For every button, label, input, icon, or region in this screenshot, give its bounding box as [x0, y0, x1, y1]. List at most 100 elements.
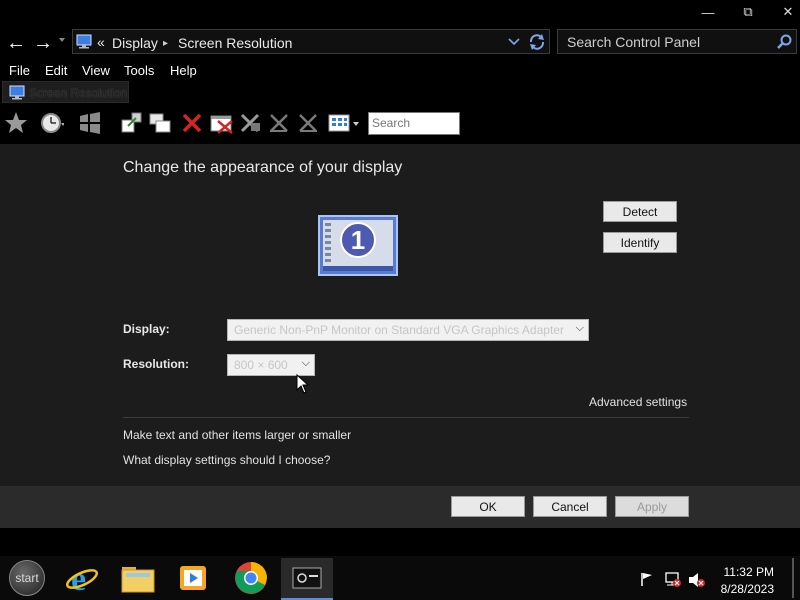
chrome-icon: [235, 562, 267, 594]
desktop-icons-column: [325, 223, 331, 263]
forward-button[interactable]: →: [32, 32, 54, 54]
restore-windows-button[interactable]: [120, 111, 144, 135]
resolution-label: Resolution:: [123, 357, 189, 371]
windows-flag-icon: [80, 112, 100, 134]
start-orb-icon: start: [9, 560, 45, 596]
disconnect-icon: [240, 113, 260, 133]
expand-window-icon: [121, 112, 142, 133]
red-x-icon: [182, 113, 202, 133]
display-select[interactable]: Generic Non-PnP Monitor on Standard VGA …: [227, 319, 589, 341]
identify-button[interactable]: Identify: [603, 232, 677, 253]
star-icon: [5, 112, 27, 133]
chevron-down-icon: ⌵: [301, 357, 310, 369]
merge-left-button[interactable]: [267, 111, 291, 135]
history-button[interactable]: [40, 111, 64, 135]
tab-label: Screen Resolution: [29, 86, 128, 100]
start-label: start: [15, 571, 39, 585]
monitor-icon: [76, 34, 92, 49]
close-window-button[interactable]: [209, 111, 233, 135]
recent-pages-dropdown-icon[interactable]: [59, 38, 65, 42]
chevron-down-icon: ⌵: [575, 322, 584, 334]
search-control-panel-box[interactable]: Search Control Panel: [557, 29, 797, 54]
tab-screen-resolution[interactable]: Screen Resolution: [2, 81, 129, 103]
search-icon[interactable]: [777, 34, 792, 49]
video-player-icon: [180, 566, 206, 590]
menu-bar: [0, 60, 800, 80]
monitor-icon: [9, 85, 25, 100]
breadcrumb-overflow[interactable]: «: [97, 34, 105, 50]
show-desktop-button[interactable]: [792, 558, 794, 598]
cancel-label: Cancel: [551, 499, 589, 514]
display-label: Display:: [123, 322, 170, 336]
minimize-icon: —: [701, 4, 715, 20]
volume-muted-icon[interactable]: [688, 572, 706, 588]
monitor-taskbar: [323, 266, 393, 271]
close-button[interactable]: ✕: [766, 0, 800, 24]
back-button[interactable]: ←: [5, 32, 27, 54]
clock-time[interactable]: 11:32 PM: [712, 565, 774, 579]
arrows-right-icon: [299, 114, 317, 132]
cancel-button[interactable]: Cancel: [533, 496, 607, 517]
window-delete-icon: [210, 115, 233, 134]
menu-tools[interactable]: Tools: [124, 63, 154, 78]
main-panel: [0, 144, 800, 486]
cascade-windows-button[interactable]: [148, 111, 172, 135]
title-bar: [0, 0, 800, 26]
clock-icon: [41, 113, 64, 133]
restore-button[interactable]: ⧉: [726, 0, 770, 24]
start-button[interactable]: start: [7, 558, 47, 598]
divider: [123, 417, 689, 418]
mouse-cursor-icon: [296, 374, 310, 394]
clock-date[interactable]: 8/28/2023: [712, 582, 774, 596]
monitor-number: 1: [350, 224, 366, 255]
restore-icon: ⧉: [743, 4, 753, 19]
resolution-select[interactable]: 800 × 600 ⌵: [227, 354, 315, 376]
menu-view[interactable]: View: [82, 63, 110, 78]
breadcrumb-screen-resolution[interactable]: Screen Resolution: [178, 35, 292, 51]
apply-label: Apply: [636, 499, 668, 514]
favorites-star-button[interactable]: [4, 111, 28, 135]
taskbar-screen-resolution-active[interactable]: [281, 558, 333, 600]
view-options-button[interactable]: [328, 111, 362, 135]
menu-help[interactable]: Help: [170, 63, 197, 78]
breadcrumb-separator-icon[interactable]: ▸: [163, 38, 168, 49]
toolbar-search-input[interactable]: Search: [368, 112, 460, 135]
address-history-chevron-icon[interactable]: [508, 38, 520, 46]
folder-icon: [121, 567, 155, 593]
search-placeholder: Search Control Panel: [567, 34, 701, 50]
view-grid-icon: [328, 114, 359, 132]
forward-arrow-icon: →: [33, 31, 53, 54]
taskbar-chrome[interactable]: [231, 558, 271, 598]
ok-label: OK: [479, 499, 497, 514]
network-disconnected-icon[interactable]: [664, 572, 682, 588]
text-size-link[interactable]: Make text and other items larger or smal…: [123, 428, 351, 442]
display-window-icon: [292, 567, 322, 589]
apply-button[interactable]: Apply: [615, 496, 689, 517]
display-settings-help-link[interactable]: What display settings should I choose?: [123, 453, 330, 467]
merge-right-button[interactable]: [296, 111, 320, 135]
cascade-icon: [149, 113, 171, 133]
taskbar-media-player[interactable]: [173, 558, 213, 598]
disconnect-button[interactable]: [238, 111, 262, 135]
minimize-button[interactable]: —: [686, 0, 730, 24]
breadcrumb-display[interactable]: Display: [112, 35, 158, 51]
refresh-icon[interactable]: [528, 33, 546, 51]
delete-button[interactable]: [180, 111, 204, 135]
windows-flag-button[interactable]: [78, 111, 102, 135]
action-center-flag-icon[interactable]: [640, 572, 654, 586]
display-value: Generic Non-PnP Monitor on Standard VGA …: [234, 323, 564, 337]
address-bar[interactable]: « Display ▸ Screen Resolution: [72, 29, 550, 54]
taskbar-internet-explorer[interactable]: e: [62, 558, 102, 598]
taskbar-file-explorer[interactable]: [118, 558, 158, 598]
advanced-settings-link[interactable]: Advanced settings: [589, 395, 687, 409]
ok-button[interactable]: OK: [451, 496, 525, 517]
arrows-left-icon: [270, 114, 288, 132]
menu-edit[interactable]: Edit: [45, 63, 67, 78]
detect-button[interactable]: Detect: [603, 201, 677, 222]
menu-file[interactable]: File: [9, 63, 30, 78]
back-arrow-icon: ←: [6, 31, 26, 54]
identify-label: Identify: [620, 235, 660, 250]
internet-explorer-icon: e: [66, 561, 98, 595]
monitor-preview[interactable]: 1: [318, 215, 398, 276]
page-title: Change the appearance of your display: [123, 159, 403, 176]
